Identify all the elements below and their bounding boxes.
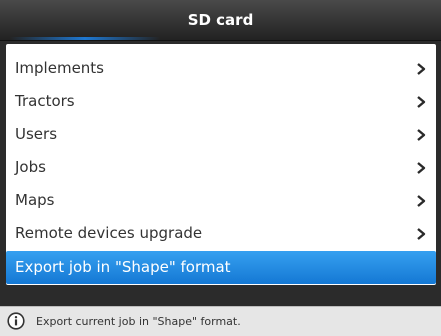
menu-panel: Implements Tractors Users Jobs Maps Remo… (6, 44, 436, 285)
title-accent-line (10, 37, 160, 40)
title-bar: SD card (0, 0, 441, 41)
info-icon (7, 312, 25, 330)
menu-item-label: Export job in "Shape" format (15, 258, 231, 276)
menu-item-export-shape[interactable]: Export job in "Shape" format (6, 251, 436, 284)
menu-item-label: Jobs (15, 158, 46, 176)
menu-item-tractors[interactable]: Tractors (6, 85, 436, 118)
chevron-right-icon (417, 228, 426, 240)
menu-item-users[interactable]: Users (6, 118, 436, 151)
window-title: SD card (187, 11, 254, 29)
menu-item-label: Implements (15, 59, 104, 77)
menu-item-remote-devices-upgrade[interactable]: Remote devices upgrade (6, 217, 436, 250)
chevron-right-icon (417, 96, 426, 108)
chevron-right-icon (417, 129, 426, 141)
menu-item-label: Tractors (15, 92, 75, 110)
menu-item-label: Remote devices upgrade (15, 224, 203, 242)
menu-item-maps[interactable]: Maps (6, 184, 436, 217)
status-text: Export current job in "Shape" format. (36, 315, 241, 328)
menu-item-jobs[interactable]: Jobs (6, 151, 436, 184)
menu-item-implements[interactable]: Implements (6, 52, 436, 85)
chevron-right-icon (417, 195, 426, 207)
chevron-right-icon (417, 63, 426, 75)
chevron-right-icon (417, 162, 426, 174)
status-bar: Export current job in "Shape" format. (0, 306, 441, 336)
menu-item-label: Users (15, 125, 58, 143)
menu-item-label: Maps (15, 191, 55, 209)
